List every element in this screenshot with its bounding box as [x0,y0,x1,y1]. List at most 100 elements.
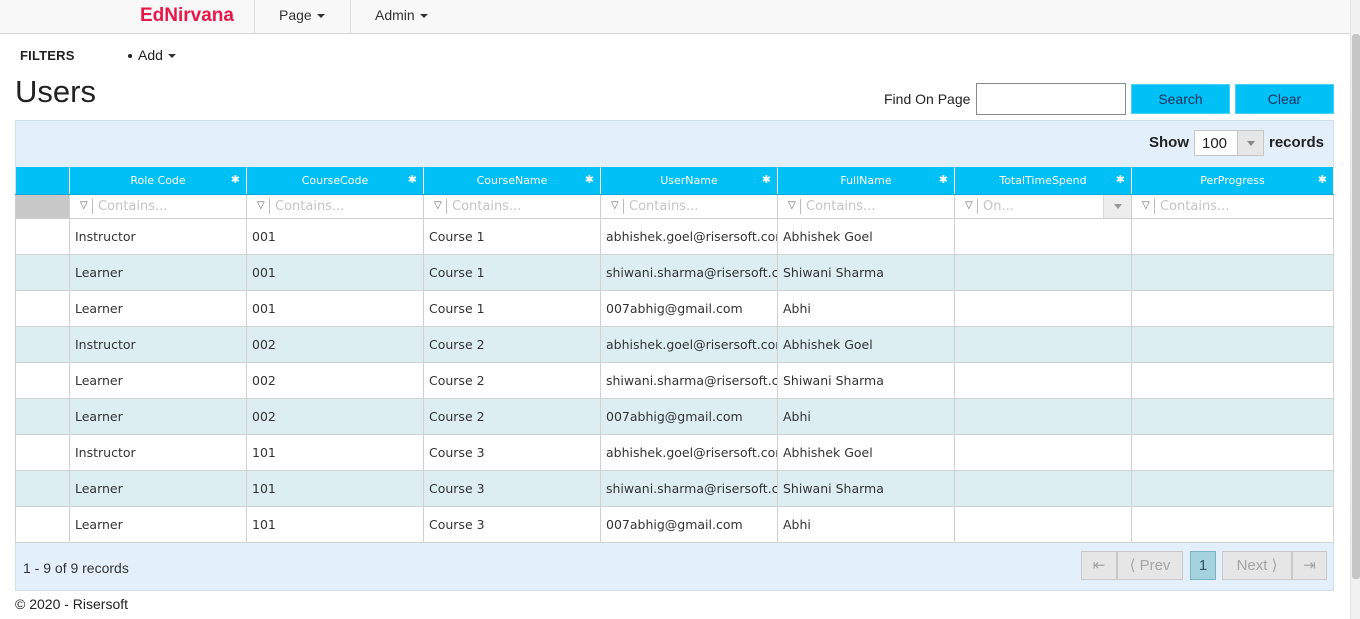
header-user-name[interactable]: UserName ✱ [600,167,778,195]
filter-icon[interactable]: ▽ [434,200,442,211]
cell-role-code: Instructor [69,433,247,471]
cell-course-name: Course 2 [423,361,601,399]
cell-role-code: Learner [69,289,247,327]
row-selector-cell[interactable] [15,361,70,399]
next-page-button[interactable]: Next ⟩ [1222,551,1292,580]
prev-page-button[interactable]: ⟨ Prev [1117,551,1183,580]
header-per-progress[interactable]: PerProgress ✱ [1131,167,1334,195]
cell-per-progress [1131,397,1334,435]
table-row[interactable]: Instructor 001 Course 1 abhishek.goel@riser… [15,217,1334,255]
table-row[interactable]: Instructor 002 Course 2 abhishek.goel@riser… [15,325,1334,363]
filter-full-name[interactable]: ▽ Contains... [777,193,955,219]
filter-placeholder: Contains... [629,198,699,214]
vertical-scrollbar[interactable] [1350,0,1360,619]
cell-user-name: shiwani.sharma@risersoft.com [600,253,778,291]
cell-course-name: Course 3 [423,469,601,507]
cell-total-time-spend [954,469,1132,507]
filter-icon[interactable]: ▽ [788,200,796,211]
scrollbar-thumb[interactable] [1352,34,1360,579]
nav-admin-menu[interactable]: Admin [350,0,452,33]
find-on-page-input[interactable] [976,83,1126,115]
gear-icon[interactable]: ✱ [231,173,240,186]
cell-role-code: Learner [69,253,247,291]
filter-icon[interactable]: ▽ [611,200,619,211]
header-label: PerProgress [1200,173,1265,187]
cell-course-code: 001 [246,217,424,255]
table-row[interactable]: Learner 001 Course 1 007abhig@gmail.com Abhi [15,289,1334,327]
filters-label[interactable]: FILTERS [20,48,75,63]
table-row[interactable]: Learner 002 Course 2 shiwani.sharma@riserso… [15,361,1334,399]
header-label: UserName [660,173,718,187]
filter-role-code[interactable]: ▽ Contains... [69,193,247,219]
users-table: Role Code ✱ CourseCode ✱ CourseName ✱ UserN… [15,167,1334,543]
table-row[interactable]: Instructor 101 Course 3 abhishek.goel@riser… [15,433,1334,471]
cell-per-progress [1131,505,1334,543]
filter-course-name[interactable]: ▽ Contains... [423,193,601,219]
search-button[interactable]: Search [1131,84,1230,114]
filter-divider [977,198,978,214]
filter-icon[interactable]: ▽ [965,200,973,211]
filter-icon[interactable]: ▽ [1142,200,1150,211]
gear-icon[interactable]: ✱ [939,173,948,186]
header-course-name[interactable]: CourseName ✱ [423,167,601,195]
cell-course-code: 001 [246,289,424,327]
clear-button[interactable]: Clear [1235,84,1334,114]
add-menu[interactable]: Add [128,47,176,63]
cell-user-name: 007abhig@gmail.com [600,289,778,327]
cell-course-code: 101 [246,505,424,543]
cell-full-name: Abhi [777,289,955,327]
row-selector-cell[interactable] [15,325,70,363]
add-label: Add [138,47,163,63]
gear-icon[interactable]: ✱ [1318,173,1327,186]
cell-per-progress [1131,469,1334,507]
row-selector-cell[interactable] [15,433,70,471]
cell-course-code: 002 [246,397,424,435]
brand-logo[interactable]: EdNirvana [140,5,234,27]
gear-icon[interactable]: ✱ [762,173,771,186]
cell-total-time-spend [954,505,1132,543]
row-selector-cell[interactable] [15,397,70,435]
filter-icon[interactable]: ▽ [80,200,88,211]
table-row[interactable]: Learner 101 Course 3 007abhig@gmail.com Abhi [15,505,1334,543]
filter-divider [269,198,270,214]
filter-icon[interactable]: ▽ [257,200,265,211]
table-row[interactable]: Learner 001 Course 1 shiwani.sharma@riserso… [15,253,1334,291]
header-total-time-spend[interactable]: TotalTimeSpend ✱ [954,167,1132,195]
filter-placeholder: Contains... [1160,198,1230,214]
filter-per-progress[interactable]: ▽ Contains... [1131,193,1334,219]
cell-course-name: Course 1 [423,217,601,255]
bullet-icon [128,54,132,59]
page-size-select[interactable]: 100 [1194,130,1264,156]
header-full-name[interactable]: FullName ✱ [777,167,955,195]
prev-label: Prev [1139,557,1171,574]
filter-course-code[interactable]: ▽ Contains... [246,193,424,219]
dropdown-arrow-icon[interactable] [1103,194,1131,218]
row-selector-cell[interactable] [15,505,70,543]
gear-icon[interactable]: ✱ [408,173,417,186]
row-selector-cell[interactable] [15,289,70,327]
table-row[interactable]: Learner 002 Course 2 007abhig@gmail.com Abhi [15,397,1334,435]
dropdown-arrow-icon[interactable] [1237,131,1263,155]
gear-icon[interactable]: ✱ [585,173,594,186]
header-select-col [15,167,70,195]
row-selector-cell[interactable] [15,253,70,291]
cell-course-name: Course 3 [423,505,601,543]
table-row[interactable]: Learner 101 Course 3 shiwani.sharma@riserso… [15,469,1334,507]
header-label: CourseCode [301,173,369,187]
cell-role-code: Instructor [69,217,247,255]
filter-user-name[interactable]: ▽ Contains... [600,193,778,219]
gear-icon[interactable]: ✱ [1116,173,1125,186]
row-selector-cell[interactable] [15,469,70,507]
nav-page-menu[interactable]: Page [254,0,349,33]
cell-full-name: Abhishek Goel [777,325,955,363]
header-course-code[interactable]: CourseCode ✱ [246,167,424,195]
first-page-button[interactable]: ⇤ [1081,551,1117,580]
cell-full-name: Shiwani Sharma [777,253,955,291]
cell-full-name: Shiwani Sharma [777,469,955,507]
filter-total-time-spend[interactable]: ▽ On... [954,193,1132,219]
page-1-button[interactable]: 1 [1190,551,1216,580]
last-page-button[interactable]: ⇥ [1292,551,1327,580]
header-role-code[interactable]: Role Code ✱ [69,167,247,195]
row-selector-cell[interactable] [15,217,70,255]
header-label: Role Code [130,173,186,187]
